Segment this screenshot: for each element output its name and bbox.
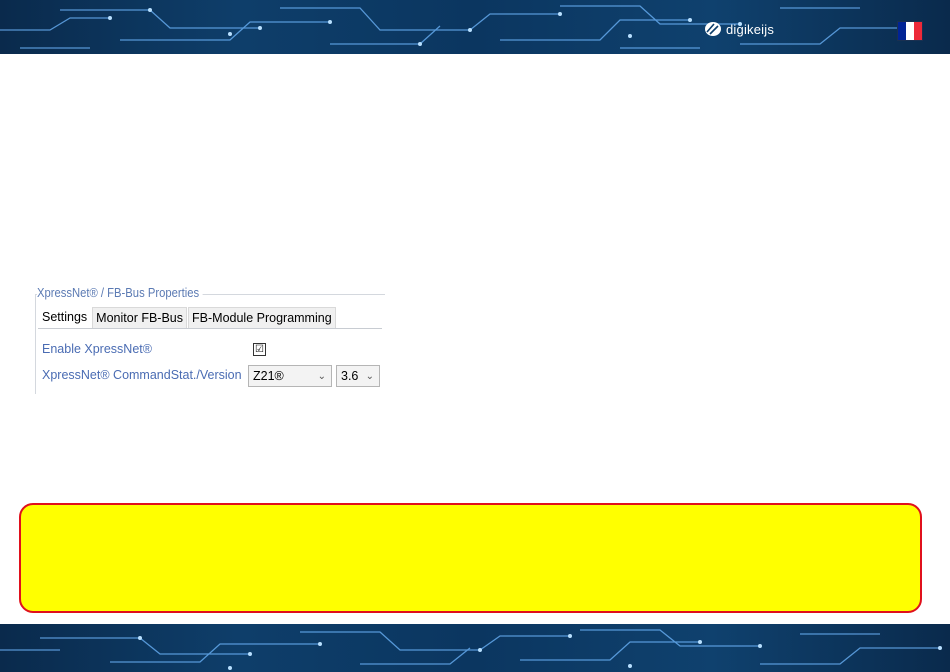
tab-monitor-fb-bus[interactable]: Monitor FB-Bus xyxy=(92,307,188,328)
checkmark-icon: ☑ xyxy=(255,344,264,355)
flag-stripe-blue xyxy=(898,22,906,40)
version-select[interactable]: 3.6 ⌄ xyxy=(336,365,380,387)
enable-xpressnet-checkbox[interactable]: ☑ xyxy=(253,343,266,356)
chevron-down-icon: ⌄ xyxy=(365,370,374,382)
highlight-callout-box xyxy=(19,503,922,613)
brand-logo[interactable]: digikeijs xyxy=(704,20,774,38)
tab-bar: Settings Monitor FB-Bus FB-Module Progra… xyxy=(38,305,382,329)
brand-name: digikeijs xyxy=(726,21,775,37)
commandstation-value: Z21® xyxy=(253,369,284,383)
xpressnet-properties-panel: XpressNet® / FB-Bus Properties Settings … xyxy=(35,286,385,394)
enable-xpressnet-label: Enable XpressNet® xyxy=(42,342,152,356)
top-banner: digikeijs xyxy=(0,0,950,54)
circuit-pattern xyxy=(0,629,942,670)
commandstation-select[interactable]: Z21® ⌄ xyxy=(248,365,332,387)
digikeijs-logo-icon xyxy=(705,22,721,36)
flag-stripe-white xyxy=(906,22,914,40)
bottom-banner xyxy=(0,624,950,672)
tab-fb-module-programming[interactable]: FB-Module Programming xyxy=(188,307,336,328)
commandstation-version-label: XpressNet® CommandStat./Version xyxy=(42,368,242,382)
version-value: 3.6 xyxy=(341,369,359,383)
groupbox-title: XpressNet® / FB-Bus Properties xyxy=(37,286,203,300)
groupbox-left-border xyxy=(35,294,36,394)
circuit-pattern xyxy=(0,5,902,49)
tab-settings[interactable]: Settings xyxy=(38,305,92,328)
flag-stripe-red xyxy=(914,22,922,40)
chevron-down-icon: ⌄ xyxy=(317,370,326,382)
language-flag-fr[interactable] xyxy=(897,21,923,41)
